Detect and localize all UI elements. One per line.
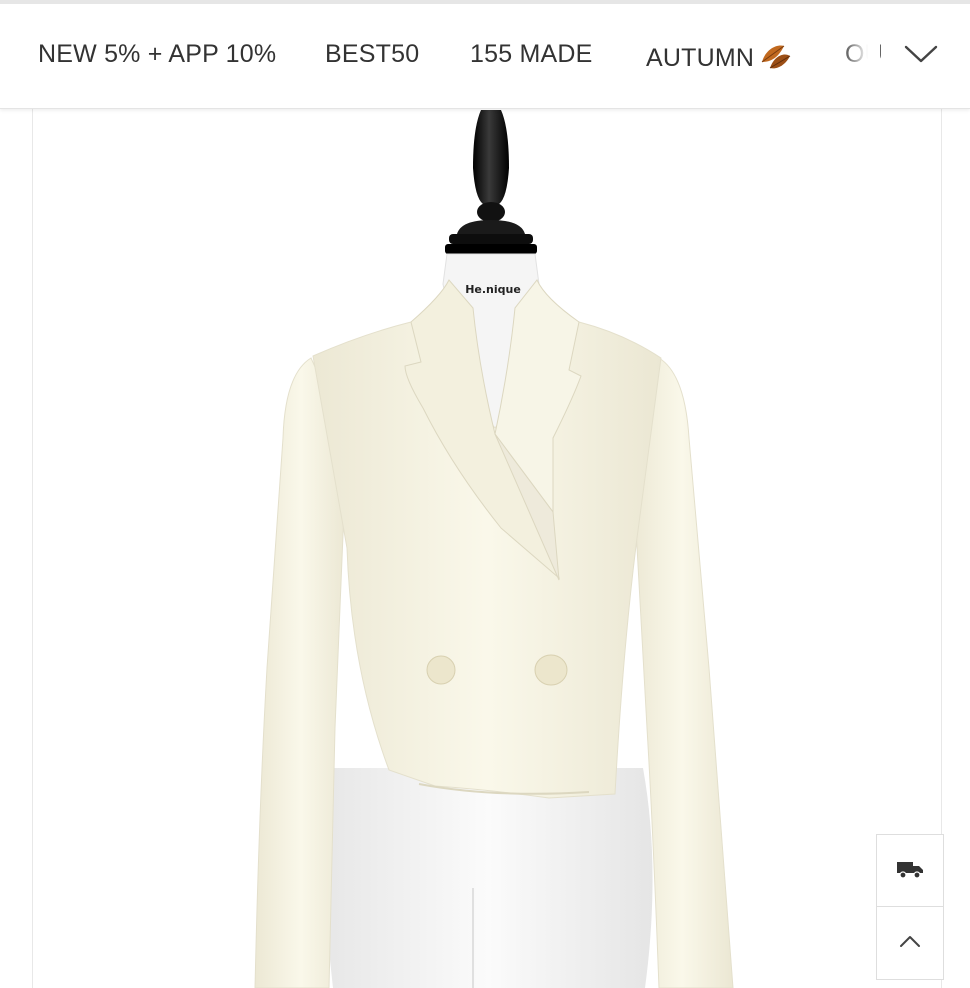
- nav-more-button[interactable]: [893, 34, 949, 78]
- mannequin-neck-post: [445, 110, 537, 254]
- mannequin-torso: [324, 768, 653, 988]
- nav-item-label: BEST50: [325, 40, 420, 68]
- nav-fade: [840, 4, 880, 108]
- nav-item-155-made[interactable]: 155 MADE: [470, 40, 593, 69]
- product-image[interactable]: He.nique: [33, 108, 941, 988]
- chevron-up-icon: [899, 934, 921, 953]
- mannequin-brand-label: He.nique: [465, 283, 521, 296]
- autumn-leaves-icon: [756, 40, 792, 79]
- nav-item-autumn[interactable]: AUTUMN: [646, 40, 792, 79]
- nav-item-label: 155 MADE: [470, 40, 593, 68]
- nav-item-label: AUTUMN: [646, 44, 755, 73]
- delivery-button[interactable]: [876, 834, 944, 908]
- product-image-frame: He.nique: [32, 108, 942, 988]
- nav-item-new[interactable]: NEW 5% + APP 10%: [38, 40, 276, 69]
- nav-item-best50[interactable]: BEST50: [325, 40, 419, 69]
- category-nav: NEW 5% + APP 10% BEST50 155 MADE AUTUMN …: [0, 4, 970, 109]
- nav-item-label: NEW 5% + APP 10%: [38, 40, 277, 68]
- chevron-down-icon: [904, 44, 938, 69]
- truck-icon: [896, 858, 924, 885]
- scroll-top-button[interactable]: [876, 906, 944, 980]
